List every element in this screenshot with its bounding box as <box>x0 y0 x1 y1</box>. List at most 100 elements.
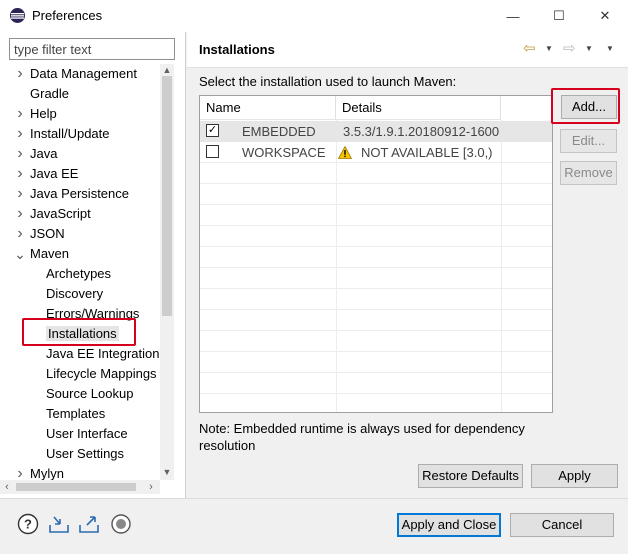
tree-item-label: User Interface <box>46 426 128 441</box>
minimize-button[interactable]: — <box>490 0 536 32</box>
checkbox-workspace[interactable] <box>206 145 219 158</box>
row-divider <box>200 330 552 331</box>
tree-item[interactable]: Gradle <box>30 84 69 104</box>
tree-item[interactable]: › Help <box>17 104 56 124</box>
row-divider <box>200 288 552 289</box>
tree-item[interactable]: Java EE Integration <box>46 344 159 364</box>
maximize-button[interactable]: ☐ <box>536 0 582 32</box>
tree-item[interactable]: › Java <box>17 144 58 164</box>
tree-item-label: Maven <box>30 246 70 261</box>
tree-horizontal-scrollbar[interactable]: ‹ › <box>0 480 160 494</box>
highlight-add-button <box>551 88 620 124</box>
apply-button[interactable]: Apply <box>531 464 618 488</box>
tree-item[interactable]: Templates <box>46 404 105 424</box>
table-row[interactable]: ✓ EMBEDDED 3.5.3/1.9.1.20180912-1600 <box>200 121 552 142</box>
tree-item-label: Java <box>30 146 58 161</box>
tree-item-label: Gradle <box>30 86 70 101</box>
row-divider <box>200 372 552 373</box>
close-icon: ✕ <box>599 8 611 23</box>
edit-button[interactable]: Edit... <box>560 129 617 153</box>
scroll-down-icon[interactable]: ▼ <box>160 466 174 478</box>
tree-item[interactable]: Source Lookup <box>46 384 133 404</box>
record-icon[interactable] <box>110 513 132 535</box>
warning-icon <box>338 146 352 159</box>
expand-arrow-icon[interactable]: › <box>14 64 26 84</box>
row-divider <box>200 309 552 310</box>
tree-item[interactable]: User Interface <box>46 424 128 444</box>
close-button[interactable]: ✕ <box>582 0 628 32</box>
expand-arrow-icon[interactable]: › <box>14 144 26 164</box>
tree-item[interactable]: › Mylyn <box>17 464 64 480</box>
tree-item-label: Source Lookup <box>46 386 134 401</box>
tree-item[interactable]: Lifecycle Mappings <box>46 364 157 384</box>
scroll-left-icon[interactable]: ‹ <box>0 480 14 494</box>
svg-text:?: ? <box>24 517 32 532</box>
row-divider <box>200 225 552 226</box>
restore-defaults-button[interactable]: Restore Defaults <box>418 464 523 488</box>
page-title: Installations <box>199 42 275 57</box>
installation-details: 3.5.3/1.9.1.20180912-1600 <box>343 124 500 139</box>
tree-item[interactable]: › Install/Update <box>17 124 109 144</box>
tree-item[interactable]: Discovery <box>46 284 103 304</box>
embedded-runtime-note: Note: Embedded runtime is always used fo… <box>199 421 525 453</box>
checkbox-embedded[interactable]: ✓ <box>206 124 219 137</box>
tree-item[interactable]: › Data Management <box>17 64 137 84</box>
tree-item[interactable]: › JSON <box>17 224 64 244</box>
tree-item[interactable]: › Java Persistence <box>17 184 129 204</box>
tree-item[interactable]: › Java EE <box>17 164 78 184</box>
window-title: Preferences <box>32 8 103 23</box>
expand-arrow-icon[interactable]: › <box>14 204 26 224</box>
expand-arrow-icon[interactable]: › <box>14 464 26 480</box>
back-dropdown-icon[interactable]: ▼ <box>545 44 553 53</box>
scroll-right-icon[interactable]: › <box>144 480 158 494</box>
tree-scroll-thumb[interactable] <box>162 76 172 316</box>
preferences-nav-panel: › Data Management Gradle › Help › Install/Upda… <box>0 32 186 498</box>
tree-item-label: Archetypes <box>46 266 112 281</box>
cancel-button[interactable]: Cancel <box>510 513 614 537</box>
import-icon[interactable] <box>48 513 70 535</box>
tree-item-label: Data Management <box>30 66 137 81</box>
tree-item[interactable]: ⌄ Maven <box>14 244 70 264</box>
tree-item-label: Templates <box>46 406 106 421</box>
maximize-icon: ☐ <box>553 8 565 23</box>
tree-item-label: Discovery <box>46 286 104 301</box>
eclipse-app-icon <box>10 8 25 23</box>
scroll-up-icon[interactable]: ▲ <box>160 64 174 76</box>
column-header-name[interactable]: Name <box>200 96 336 120</box>
view-menu-icon[interactable]: ▼ <box>606 44 614 53</box>
expand-arrow-icon[interactable]: › <box>14 184 26 204</box>
filter-input[interactable] <box>9 38 175 60</box>
page-header: Installations ⇦ ▼ ⇨ ▼ ▼ <box>187 32 628 68</box>
column-header-details[interactable]: Details <box>336 96 501 120</box>
row-divider <box>200 267 552 268</box>
tree-vertical-scrollbar[interactable]: ▲ ▼ <box>160 64 174 480</box>
tree-item[interactable]: User Settings <box>46 444 124 464</box>
tree-hscroll-thumb[interactable] <box>16 483 136 491</box>
tree-item[interactable]: › JavaScript <box>17 204 90 224</box>
expand-arrow-icon[interactable]: › <box>14 224 26 244</box>
expand-arrow-icon[interactable]: › <box>14 124 26 144</box>
apply-and-close-button[interactable]: Apply and Close <box>397 513 501 537</box>
collapse-arrow-icon[interactable]: ⌄ <box>14 244 26 264</box>
row-divider <box>200 204 552 205</box>
installations-description: Select the installation used to launch M… <box>199 74 457 89</box>
minimize-icon: — <box>506 8 520 24</box>
tree-item-label: Lifecycle Mappings <box>46 366 157 381</box>
footer-separator <box>0 498 628 499</box>
expand-arrow-icon[interactable]: › <box>14 104 26 124</box>
table-row[interactable]: WORKSPACE NOT AVAILABLE [3.0,) <box>200 142 552 163</box>
installations-table[interactable]: Name Details ✓ EMBEDDED 3.5.3/1.9.1.2018… <box>199 95 553 413</box>
back-icon[interactable]: ⇦ <box>523 41 536 57</box>
tree-item-label: Java Persistence <box>30 186 129 201</box>
tree-item-label: Mylyn <box>30 466 64 480</box>
tree-item[interactable]: Archetypes <box>46 264 111 284</box>
highlight-installations-tree <box>22 318 136 346</box>
row-divider <box>200 393 552 394</box>
export-icon[interactable] <box>78 513 100 535</box>
remove-button[interactable]: Remove <box>560 161 617 185</box>
forward-dropdown-icon[interactable]: ▼ <box>585 44 593 53</box>
help-icon[interactable]: ? <box>17 513 39 535</box>
expand-arrow-icon[interactable]: › <box>14 164 26 184</box>
row-divider <box>200 351 552 352</box>
forward-icon[interactable]: ⇨ <box>563 41 576 57</box>
